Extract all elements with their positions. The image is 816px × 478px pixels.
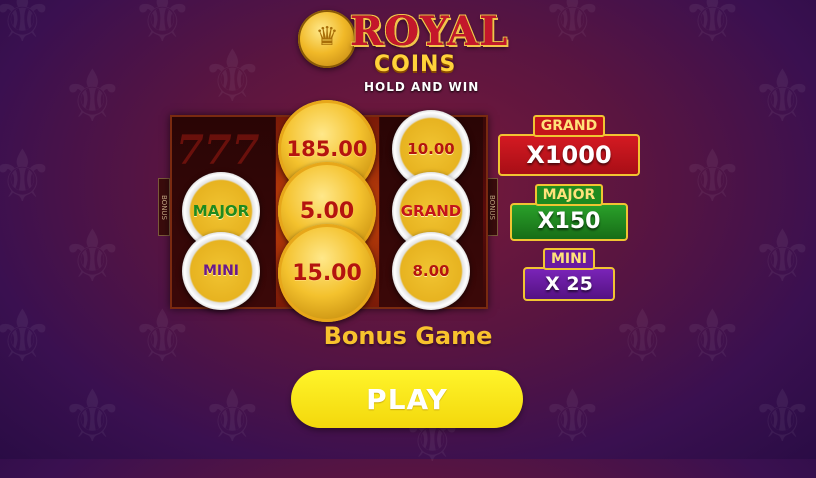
coin-8: 8.00 [392,232,470,310]
jackpot-grand: GRAND X1000 [498,115,640,176]
fleur-de-lis-icon: ⚜ [60,374,125,458]
logo-subtitle: COINS [374,52,457,77]
game-logo: ♛ ROYAL COINS HOLD AND WIN [298,6,518,98]
seven-symbol: 777 [176,127,260,174]
jackpot-mini-label: MINI [542,248,596,270]
fleur-de-lis-icon: ⚜ [540,0,605,58]
coin-mini: MINI [182,232,260,310]
jackpot-major: MAJOR X150 [510,184,628,241]
logo-coin-icon: ♛ [298,10,356,68]
fleur-de-lis-icon: ⚜ [200,34,265,118]
play-button[interactable]: PLAY [291,370,523,428]
fleur-de-lis-icon: ⚜ [540,374,605,458]
fleur-de-lis-icon: ⚜ [60,214,125,298]
fleur-de-lis-icon: ⚜ [680,134,745,218]
fleur-de-lis-icon: ⚜ [0,134,55,218]
bonus-game-title: Bonus Game [323,322,493,350]
jackpot-mini: MINI X 25 [523,248,615,301]
fleur-de-lis-icon: ⚜ [750,374,815,458]
logo-tagline: HOLD AND WIN [364,80,480,94]
fleur-de-lis-icon: ⚜ [750,54,815,138]
jackpot-grand-value: X1000 [498,134,640,176]
jackpot-major-value: X150 [510,203,628,241]
jackpot-major-label: MAJOR [534,184,604,206]
coin-15: 15.00 [278,224,376,322]
fleur-de-lis-icon: ⚜ [60,54,125,138]
bonus-side-label-left: BONUS [158,178,170,236]
logo-title: ROYAL [350,8,509,55]
jackpot-mini-value: X 25 [523,267,615,301]
fleur-de-lis-icon: ⚜ [680,0,745,58]
fleur-de-lis-icon: ⚜ [750,214,815,298]
fleur-de-lis-icon: ⚜ [0,0,55,58]
jackpot-grand-label: GRAND [532,115,606,137]
fleur-de-lis-icon: ⚜ [200,374,265,458]
fleur-de-lis-icon: ⚜ [130,0,195,58]
